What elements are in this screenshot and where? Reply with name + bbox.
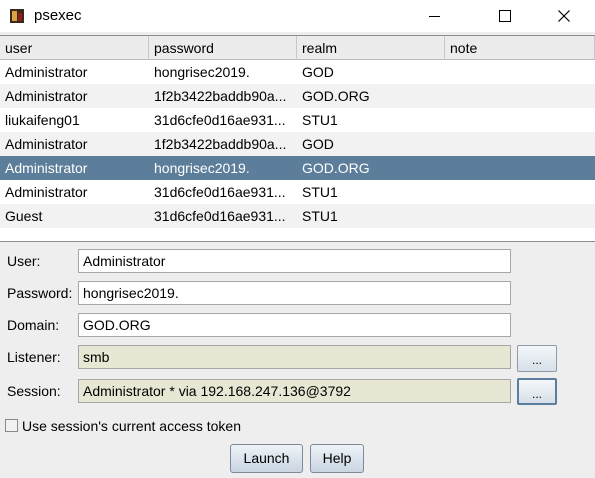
listener-label: Listener: (7, 349, 61, 365)
cell-note (445, 108, 595, 132)
launch-button[interactable]: Launch (230, 444, 303, 473)
cell-user: Administrator (5, 184, 88, 200)
user-field[interactable]: Administrator (78, 249, 511, 273)
table-row[interactable]: Administrator 1f2b3422baddb90a... GOD (0, 132, 595, 156)
cell-note (445, 84, 595, 108)
cell-user: Guest (5, 208, 43, 224)
listener-browse-button[interactable]: ... (517, 345, 557, 372)
cell-realm: GOD.ORG (302, 88, 370, 104)
maximize-icon (499, 10, 511, 22)
table-row[interactable]: Guest 31d6cfe0d16ae931... STU1 (0, 204, 595, 228)
cell-realm: STU1 (302, 184, 338, 200)
column-header-note[interactable]: note (445, 36, 595, 60)
session-field[interactable]: Administrator * via 192.168.247.136@3792 (78, 379, 511, 403)
access-token-checkbox[interactable] (5, 419, 18, 432)
column-header-user[interactable]: user (0, 36, 149, 60)
cell-password: 31d6cfe0d16ae931... (154, 184, 286, 200)
table-row[interactable]: Administrator hongrisec2019. GOD (0, 60, 595, 84)
cell-password: 31d6cfe0d16ae931... (154, 112, 286, 128)
cell-password: hongrisec2019. (154, 64, 250, 80)
window-title: psexec (34, 7, 82, 24)
title-bar: psexec (0, 0, 595, 32)
cell-user: liukaifeng01 (5, 112, 80, 128)
session-label: Session: (7, 383, 61, 399)
close-icon (558, 10, 570, 22)
cell-user: Administrator (5, 136, 88, 152)
cell-note (445, 60, 595, 84)
cell-password: 1f2b3422baddb90a... (154, 136, 287, 152)
column-header-password[interactable]: password (149, 36, 297, 60)
cell-realm: STU1 (302, 112, 338, 128)
cell-note (445, 180, 595, 204)
domain-field[interactable]: GOD.ORG (78, 313, 511, 337)
table-row[interactable]: liukaifeng01 31d6cfe0d16ae931... STU1 (0, 108, 595, 132)
cell-password: 1f2b3422baddb90a... (154, 88, 287, 104)
psexec-app-icon (10, 9, 24, 23)
minimize-button[interactable] (411, 0, 457, 32)
table-row-selected[interactable]: Administrator hongrisec2019. GOD.ORG (0, 156, 595, 180)
table-row[interactable]: Administrator 31d6cfe0d16ae931... STU1 (0, 180, 595, 204)
cell-note (445, 204, 595, 228)
maximize-button[interactable] (482, 0, 528, 32)
user-label: User: (7, 253, 41, 269)
table-header: user password realm note (0, 36, 595, 60)
cell-note (445, 156, 595, 180)
table-row[interactable]: Administrator 1f2b3422baddb90a... GOD.OR… (0, 84, 595, 108)
cell-user: Administrator (5, 88, 88, 104)
cell-note (445, 132, 595, 156)
cell-realm: STU1 (302, 208, 338, 224)
minimize-icon (428, 15, 440, 17)
cell-realm: GOD (302, 136, 334, 152)
listener-field[interactable]: smb (78, 345, 511, 369)
cell-user: Administrator (5, 160, 88, 176)
access-token-checkbox-label[interactable]: Use session's current access token (22, 415, 241, 437)
domain-label: Domain: (7, 317, 60, 333)
cell-password: 31d6cfe0d16ae931... (154, 208, 286, 224)
cell-realm: GOD.ORG (302, 160, 370, 176)
help-button[interactable]: Help (310, 444, 364, 473)
column-header-realm[interactable]: realm (297, 36, 445, 60)
password-field[interactable]: hongrisec2019. (78, 281, 511, 305)
cell-password: hongrisec2019. (154, 160, 250, 176)
cell-realm: GOD (302, 64, 334, 80)
close-button[interactable] (541, 0, 587, 32)
credentials-table[interactable]: user password realm note Administrator h… (0, 35, 595, 242)
password-label: Password: (7, 285, 73, 301)
cell-user: Administrator (5, 64, 88, 80)
session-browse-button[interactable]: ... (517, 378, 557, 405)
